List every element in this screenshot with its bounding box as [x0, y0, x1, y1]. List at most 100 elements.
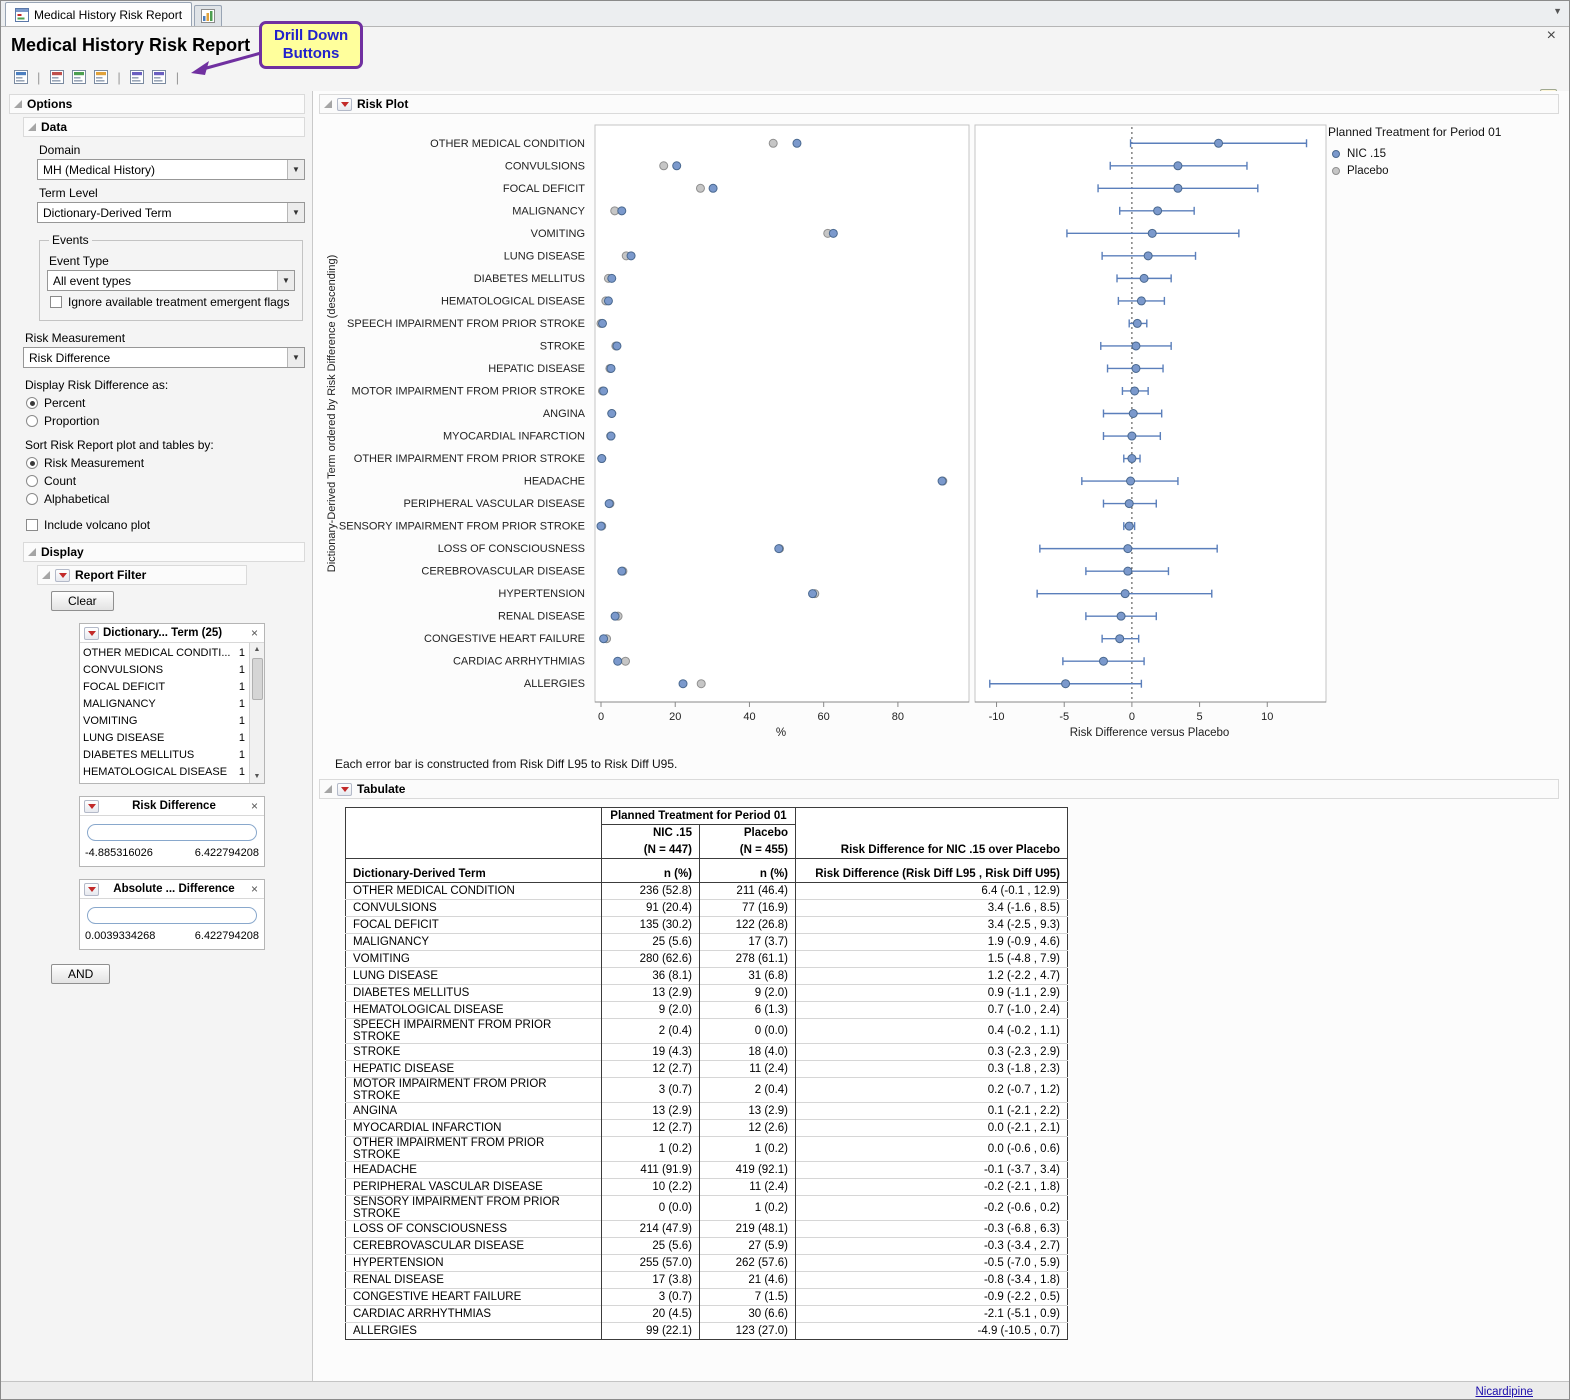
local-data-filter-icon[interactable]: [47, 68, 66, 87]
nic-cell[interactable]: 9 (2.0): [602, 1002, 700, 1019]
filter-list-item[interactable]: MALIGNANCY1: [80, 695, 249, 712]
category-label[interactable]: SENSORY IMPAIRMENT FROM PRIOR STROKE: [339, 521, 585, 533]
term-level-select[interactable]: Dictionary-Derived Term ▼: [37, 202, 305, 223]
nic-marker[interactable]: [793, 139, 801, 147]
diff-cell[interactable]: 0.0 (-2.1 , 2.1): [796, 1120, 1068, 1137]
table-row[interactable]: PERIPHERAL VASCULAR DISEASE10 (2.2)11 (2…: [346, 1179, 1068, 1196]
term-cell[interactable]: LUNG DISEASE: [346, 968, 602, 985]
nic-marker[interactable]: [618, 207, 626, 215]
diff-cell[interactable]: -2.1 (-5.1 , 0.9): [796, 1306, 1068, 1323]
risk-diff-marker[interactable]: [1174, 184, 1182, 192]
nic-marker[interactable]: [607, 364, 615, 372]
close-icon[interactable]: ×: [249, 799, 260, 813]
term-cell[interactable]: CONGESTIVE HEART FAILURE: [346, 1289, 602, 1306]
red-triangle-menu-icon[interactable]: [55, 569, 70, 582]
nic-marker[interactable]: [600, 387, 608, 395]
table-row[interactable]: DIABETES MELLITUS13 (2.9)9 (2.0)0.9 (-1.…: [346, 985, 1068, 1002]
term-cell[interactable]: MYOCARDIAL INFARCTION: [346, 1120, 602, 1137]
nic-marker[interactable]: [673, 162, 681, 170]
nic-cell[interactable]: 25 (5.6): [602, 1238, 700, 1255]
diff-cell[interactable]: 3.4 (-1.6 , 8.5): [796, 900, 1068, 917]
chevron-down-icon[interactable]: ▼: [277, 271, 294, 290]
table-row[interactable]: OTHER IMPAIRMENT FROM PRIOR STROKE1 (0.2…: [346, 1137, 1068, 1162]
category-label[interactable]: HEMATOLOGICAL DISEASE: [441, 295, 585, 307]
radio-percent[interactable]: [26, 397, 38, 409]
risk-diff-marker[interactable]: [1125, 522, 1133, 530]
risk-diff-marker[interactable]: [1099, 657, 1107, 665]
table-row[interactable]: FOCAL DEFICIT135 (30.2)122 (26.8)3.4 (-2…: [346, 917, 1068, 934]
table-row[interactable]: MALIGNANCY25 (5.6)17 (3.7)1.9 (-0.9 , 4.…: [346, 934, 1068, 951]
term-cell[interactable]: PERIPHERAL VASCULAR DISEASE: [346, 1179, 602, 1196]
placebo-marker[interactable]: [621, 657, 629, 665]
risk-diff-marker[interactable]: [1133, 319, 1141, 327]
placebo-cell[interactable]: 278 (61.1): [700, 951, 796, 968]
diff-cell[interactable]: 3.4 (-2.5 , 9.3): [796, 917, 1068, 934]
placebo-marker[interactable]: [660, 162, 668, 170]
chevron-down-icon[interactable]: ▼: [287, 203, 304, 222]
toolbar-overflow-icon[interactable]: ▼: [1553, 6, 1562, 16]
category-label[interactable]: VOMITING: [531, 228, 585, 240]
diff-cell[interactable]: -0.2 (-0.6 , 0.2): [796, 1196, 1068, 1221]
diff-cell[interactable]: -0.3 (-3.4 , 2.7): [796, 1238, 1068, 1255]
table-row[interactable]: STROKE19 (4.3)18 (4.0)0.3 (-2.3 , 2.9): [346, 1044, 1068, 1061]
term-cell[interactable]: DIABETES MELLITUS: [346, 985, 602, 1002]
placebo-cell[interactable]: 211 (46.4): [700, 883, 796, 900]
scrollbar[interactable]: ▲ ▼: [249, 643, 264, 783]
category-label[interactable]: PERIPHERAL VASCULAR DISEASE: [403, 498, 585, 510]
risk-diff-marker[interactable]: [1174, 162, 1182, 170]
nic-cell[interactable]: 135 (30.2): [602, 917, 700, 934]
disclosure-triangle-icon[interactable]: [324, 785, 332, 793]
category-label[interactable]: RENAL DISEASE: [498, 611, 585, 623]
diff-cell[interactable]: 0.1 (-2.1 , 2.2): [796, 1103, 1068, 1120]
legend-item[interactable]: NIC .15: [1332, 148, 1554, 160]
placebo-cell[interactable]: 12 (2.6): [700, 1120, 796, 1137]
next-report-icon[interactable]: [150, 68, 169, 87]
disclosure-triangle-icon[interactable]: [42, 571, 50, 579]
nic-cell[interactable]: 12 (2.7): [602, 1061, 700, 1078]
and-button[interactable]: AND: [51, 964, 110, 984]
category-label[interactable]: OTHER MEDICAL CONDITION: [430, 138, 585, 150]
placebo-cell[interactable]: 262 (57.6): [700, 1255, 796, 1272]
category-label[interactable]: LOSS OF CONSCIOUSNESS: [438, 543, 585, 555]
domain-select[interactable]: MH (Medical History) ▼: [37, 159, 305, 180]
term-cell[interactable]: HEADACHE: [346, 1162, 602, 1179]
placebo-cell[interactable]: 11 (2.4): [700, 1179, 796, 1196]
nic-cell[interactable]: 99 (22.1): [602, 1323, 700, 1340]
placebo-marker[interactable]: [769, 139, 777, 147]
nic-marker[interactable]: [608, 410, 616, 418]
term-cell[interactable]: FOCAL DEFICIT: [346, 917, 602, 934]
nic-cell[interactable]: 411 (91.9): [602, 1162, 700, 1179]
category-label[interactable]: CONVULSIONS: [505, 160, 585, 172]
nic-marker[interactable]: [709, 184, 717, 192]
ignore-flags-checkbox[interactable]: [50, 296, 62, 308]
risk-measurement-select[interactable]: Risk Difference ▼: [23, 347, 305, 368]
diff-cell[interactable]: 0.0 (-0.6 , 0.6): [796, 1137, 1068, 1162]
nic-cell[interactable]: 19 (4.3): [602, 1044, 700, 1061]
placebo-cell[interactable]: 0 (0.0): [700, 1019, 796, 1044]
placebo-cell[interactable]: 11 (2.4): [700, 1061, 796, 1078]
diff-cell[interactable]: 0.2 (-0.7 , 1.2): [796, 1078, 1068, 1103]
filter-list-item[interactable]: VOMITING1: [80, 712, 249, 729]
nic-cell[interactable]: 20 (4.5): [602, 1306, 700, 1323]
diff-cell[interactable]: -0.5 (-7.0 , 5.9): [796, 1255, 1068, 1272]
nic-cell[interactable]: 13 (2.9): [602, 985, 700, 1002]
disclosure-triangle-icon[interactable]: [324, 100, 332, 108]
risk-diff-marker[interactable]: [1154, 207, 1162, 215]
term-cell[interactable]: MALIGNANCY: [346, 934, 602, 951]
category-label[interactable]: CEREBROVASCULAR DISEASE: [421, 566, 585, 578]
diff-cell[interactable]: -0.9 (-2.2 , 0.5): [796, 1289, 1068, 1306]
placebo-cell[interactable]: 31 (6.8): [700, 968, 796, 985]
red-triangle-menu-icon[interactable]: [84, 627, 99, 640]
nic-marker[interactable]: [829, 229, 837, 237]
term-cell[interactable]: HEMATOLOGICAL DISEASE: [346, 1002, 602, 1019]
risk-plot-header[interactable]: Risk Plot: [319, 94, 1559, 114]
risk-diff-marker[interactable]: [1137, 297, 1145, 305]
placebo-cell[interactable]: 219 (48.1): [700, 1221, 796, 1238]
diff-cell[interactable]: -4.9 (-10.5 , 0.7): [796, 1323, 1068, 1340]
radio-alphabetical[interactable]: [26, 493, 38, 505]
table-row[interactable]: OTHER MEDICAL CONDITION236 (52.8)211 (46…: [346, 883, 1068, 900]
volcano-plot-checkbox[interactable]: [26, 519, 38, 531]
nic-marker[interactable]: [597, 522, 605, 530]
nic-cell[interactable]: 255 (57.0): [602, 1255, 700, 1272]
category-label[interactable]: HEADACHE: [524, 476, 585, 488]
